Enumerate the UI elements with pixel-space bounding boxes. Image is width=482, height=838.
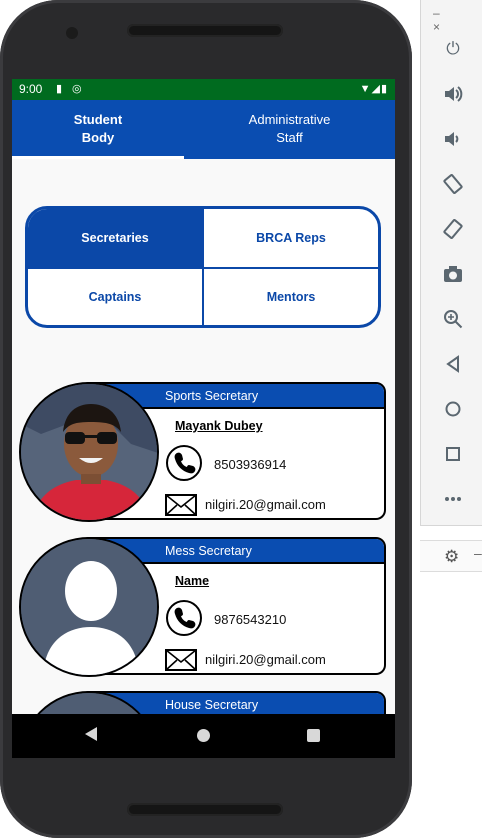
status-bar: 9:00 ▮ ◎ ▼◢▮ xyxy=(12,79,395,100)
signal-battery-icons: ▼◢▮ xyxy=(359,83,388,95)
mail-icon[interactable] xyxy=(165,494,197,516)
app-screen: 9:00 ▮ ◎ ▼◢▮ Student Body Administrative… xyxy=(12,79,395,758)
category-selector: Secretaries BRCA Reps Captains Mentors xyxy=(25,206,381,328)
email-address[interactable]: nilgiri.20@gmail.com xyxy=(205,652,326,667)
member-card[interactable]: Mess Secretary Name 9876543210 nilgiri.2… xyxy=(19,537,387,677)
volume-up-icon[interactable] xyxy=(442,83,464,105)
back-icon[interactable] xyxy=(442,353,464,375)
home-icon[interactable] xyxy=(442,398,464,420)
card-title: Mess Secretary xyxy=(165,544,252,558)
sync-icon: ◎ xyxy=(72,83,82,95)
zoom-icon[interactable] xyxy=(442,308,464,330)
member-name: Mayank Dubey xyxy=(175,419,263,433)
system-nav-bar xyxy=(12,714,395,758)
emulator-settings-bar: ⚙ – xyxy=(420,540,482,572)
email-address[interactable]: nilgiri.20@gmail.com xyxy=(205,497,326,512)
segment-brca-reps[interactable]: BRCA Reps xyxy=(204,209,378,267)
nav-overview-icon[interactable] xyxy=(307,729,320,742)
status-time: 9:00 xyxy=(19,82,43,96)
overview-icon[interactable] xyxy=(442,443,464,465)
tab-label: Student xyxy=(73,112,123,127)
mail-icon[interactable] xyxy=(165,649,197,671)
volume-down-icon[interactable] xyxy=(442,128,464,150)
phone-icon[interactable] xyxy=(165,444,203,482)
collapse-icon[interactable]: – xyxy=(474,545,482,561)
phone-icon[interactable] xyxy=(165,599,203,637)
bottom-speaker xyxy=(127,803,283,816)
phone-number[interactable]: 8503936914 xyxy=(214,457,286,472)
rotate-left-icon[interactable] xyxy=(442,173,464,195)
more-icon[interactable] xyxy=(442,488,464,510)
tab-label: Staff xyxy=(276,130,303,145)
window-controls[interactable]: –× xyxy=(433,6,482,34)
settings-icon[interactable]: ⚙ xyxy=(444,547,459,567)
top-speaker xyxy=(127,24,283,37)
avatar-placeholder xyxy=(19,537,159,677)
power-icon[interactable]: ⏻ xyxy=(442,38,464,60)
avatar xyxy=(19,382,159,522)
tab-administrative-staff[interactable]: Administrative Staff xyxy=(184,100,395,159)
nav-home-icon[interactable] xyxy=(197,729,210,742)
emulator-toolbar: –× ⏻ xyxy=(420,0,482,526)
segment-mentors[interactable]: Mentors xyxy=(204,269,378,325)
rotate-right-icon[interactable] xyxy=(442,218,464,240)
camera-icon[interactable] xyxy=(442,263,464,285)
tab-student-body[interactable]: Student Body xyxy=(12,100,184,159)
segment-divider xyxy=(28,267,378,269)
segment-secretaries[interactable]: Secretaries xyxy=(28,209,202,267)
tab-label: Administrative xyxy=(248,112,331,127)
card-title: Sports Secretary xyxy=(165,389,259,403)
card-title: House Secretary xyxy=(165,698,259,712)
member-name: Name xyxy=(175,574,210,588)
phone-number[interactable]: 9876543210 xyxy=(214,612,286,627)
top-tab-bar: Student Body Administrative Staff xyxy=(12,100,395,159)
front-camera xyxy=(66,27,78,39)
tab-indicator xyxy=(12,156,184,159)
member-card[interactable]: Sports Secretary Mayank Dubey 8503936914… xyxy=(19,382,387,522)
segment-captains[interactable]: Captains xyxy=(28,269,202,325)
phone-frame: 9:00 ▮ ◎ ▼◢▮ Student Body Administrative… xyxy=(0,0,412,838)
tab-label: Body xyxy=(81,130,115,145)
sd-card-icon: ▮ xyxy=(56,83,63,95)
nav-back-icon[interactable] xyxy=(85,727,97,741)
